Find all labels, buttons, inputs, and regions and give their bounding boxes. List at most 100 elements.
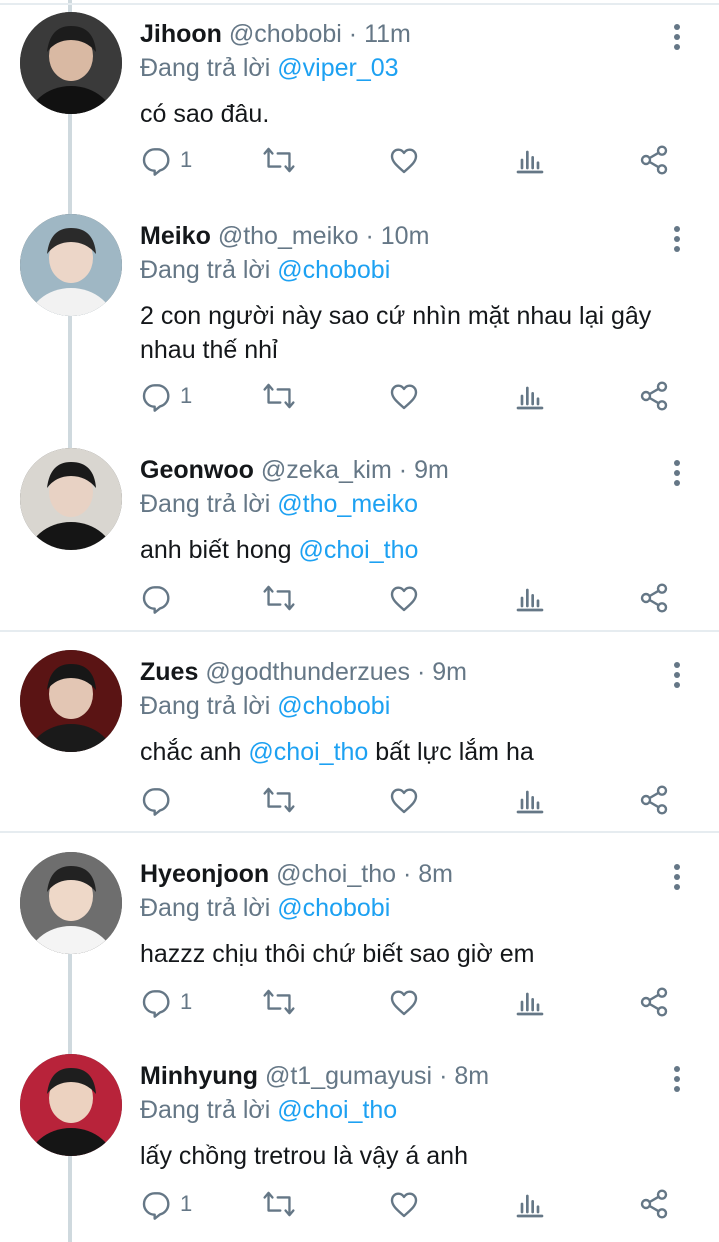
share-button[interactable] [638, 1184, 670, 1224]
analytics-button[interactable] [514, 376, 546, 416]
share-button[interactable] [638, 780, 670, 820]
tweet[interactable]: Jihoon @chobobi · 11m Đang trả lời @vipe… [0, 10, 719, 200]
retweet-button[interactable] [262, 140, 296, 180]
reply-button[interactable]: 1 [140, 982, 192, 1022]
retweet-icon [262, 784, 296, 816]
more-options-icon[interactable] [665, 1060, 689, 1100]
more-options-icon[interactable] [665, 18, 689, 58]
tweet[interactable]: Hyeonjoon @choi_tho · 8m Đang trả lời @c… [0, 850, 719, 1040]
heart-icon [388, 986, 420, 1018]
timestamp[interactable]: 9m [432, 658, 467, 686]
display-name[interactable]: Minhyung [140, 1062, 258, 1090]
tweet-header: Zues @godthunderzues · 9m [140, 657, 467, 687]
like-button[interactable] [388, 982, 420, 1022]
like-button[interactable] [388, 1184, 420, 1224]
avatar[interactable] [20, 1054, 122, 1156]
share-button[interactable] [638, 578, 670, 618]
retweet-button[interactable] [262, 376, 296, 416]
display-name[interactable]: Meiko [140, 222, 211, 250]
analytics-icon [514, 784, 546, 816]
tweet-text-part: bất lực lắm ha [368, 738, 534, 766]
username[interactable]: @chobobi [229, 20, 342, 48]
display-name[interactable]: Geonwoo [140, 456, 254, 484]
analytics-button[interactable] [514, 982, 546, 1022]
retweet-button[interactable] [262, 780, 296, 820]
username[interactable]: @zeka_kim [261, 456, 392, 484]
tweet[interactable]: Zues @godthunderzues · 9m Đang trả lời @… [0, 648, 719, 828]
like-button[interactable] [388, 376, 420, 416]
tweet-text: có sao đâu. [140, 100, 270, 128]
username[interactable]: @tho_meiko [218, 222, 359, 250]
like-button[interactable] [388, 140, 420, 180]
share-button[interactable] [638, 982, 670, 1022]
heart-icon [388, 144, 420, 176]
conversation-divider [0, 3, 719, 5]
timestamp[interactable]: 8m [418, 860, 453, 888]
separator-dot: · [416, 658, 426, 686]
retweet-button[interactable] [262, 982, 296, 1022]
replying-to: Đang trả lời @choi_tho [140, 1095, 397, 1125]
replying-to: Đang trả lời @chobobi [140, 893, 390, 923]
reply-button[interactable] [140, 578, 180, 618]
reply-icon [140, 784, 172, 816]
more-options-icon[interactable] [665, 454, 689, 494]
timestamp[interactable]: 11m [364, 20, 411, 48]
more-options-icon[interactable] [665, 656, 689, 696]
more-options-icon[interactable] [665, 858, 689, 898]
analytics-button[interactable] [514, 1184, 546, 1224]
avatar[interactable] [20, 650, 122, 752]
replying-to-mention[interactable]: @choi_tho [277, 1096, 397, 1124]
timestamp[interactable]: 10m [381, 222, 430, 250]
username[interactable]: @t1_gumayusi [265, 1062, 432, 1090]
tweet-text: hazzz chịu thôi chứ biết sao giờ em [140, 940, 535, 968]
retweet-icon [262, 380, 296, 412]
username[interactable]: @choi_tho [276, 860, 396, 888]
avatar[interactable] [20, 852, 122, 954]
tweet-header: Minhyung @t1_gumayusi · 8m [140, 1061, 489, 1091]
display-name[interactable]: Hyeonjoon [140, 860, 269, 888]
analytics-button[interactable] [514, 140, 546, 180]
replying-to: Đang trả lời @chobobi [140, 691, 390, 721]
more-options-icon[interactable] [665, 220, 689, 260]
replying-to: Đang trả lời @tho_meiko [140, 489, 418, 519]
timestamp[interactable]: 9m [414, 456, 449, 484]
replying-to-mention[interactable]: @chobobi [277, 894, 390, 922]
action-bar: 1 [0, 140, 719, 180]
replying-to-label: Đang trả lời [140, 1096, 271, 1124]
tweet-mention[interactable]: @choi_tho [298, 536, 418, 564]
retweet-button[interactable] [262, 1184, 296, 1224]
tweet[interactable]: Minhyung @t1_gumayusi · 8m Đang trả lời … [0, 1052, 719, 1242]
analytics-button[interactable] [514, 578, 546, 618]
share-icon [638, 380, 670, 412]
reply-button[interactable]: 1 [140, 1184, 192, 1224]
like-button[interactable] [388, 578, 420, 618]
tweet[interactable]: Geonwoo @zeka_kim · 9m Đang trả lời @tho… [0, 446, 719, 626]
tweet-header: Geonwoo @zeka_kim · 9m [140, 455, 449, 485]
avatar[interactable] [20, 448, 122, 550]
display-name[interactable]: Zues [140, 658, 198, 686]
heart-icon [388, 582, 420, 614]
replying-to-mention[interactable]: @tho_meiko [277, 490, 418, 518]
analytics-button[interactable] [514, 780, 546, 820]
replying-to-mention[interactable]: @viper_03 [277, 54, 398, 82]
share-icon [638, 144, 670, 176]
tweet[interactable]: Meiko @tho_meiko · 10m Đang trả lời @cho… [0, 212, 719, 432]
display-name[interactable]: Jihoon [140, 20, 222, 48]
reply-button[interactable] [140, 780, 180, 820]
username[interactable]: @godthunderzues [205, 658, 410, 686]
share-button[interactable] [638, 140, 670, 180]
heart-icon [388, 1188, 420, 1220]
avatar[interactable] [20, 12, 122, 114]
replying-to-mention[interactable]: @chobobi [277, 256, 390, 284]
heart-icon [388, 784, 420, 816]
timestamp[interactable]: 8m [454, 1062, 489, 1090]
like-button[interactable] [388, 780, 420, 820]
reply-button[interactable]: 1 [140, 376, 192, 416]
tweet-mention[interactable]: @choi_tho [248, 738, 368, 766]
avatar[interactable] [20, 214, 122, 316]
share-button[interactable] [638, 376, 670, 416]
tweet-text: chắc anh @choi_tho bất lực lắm ha [140, 735, 680, 769]
retweet-button[interactable] [262, 578, 296, 618]
reply-button[interactable]: 1 [140, 140, 192, 180]
replying-to-mention[interactable]: @chobobi [277, 692, 390, 720]
